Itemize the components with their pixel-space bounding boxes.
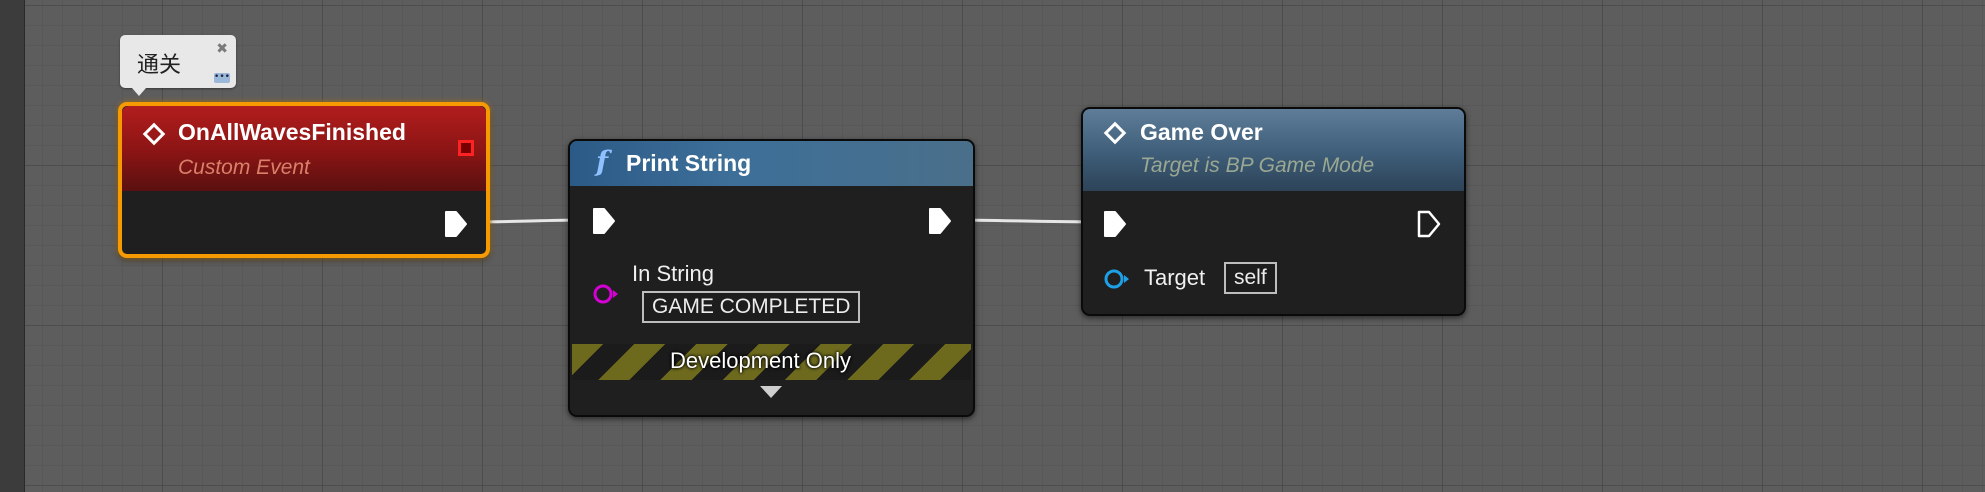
string-pin-icon[interactable] [592, 282, 622, 306]
exec-output-pin-icon[interactable] [1417, 210, 1441, 238]
game-over-title: Game Over [1140, 119, 1263, 145]
print-string-header[interactable]: f Print String [570, 141, 973, 186]
node-comment-bubble[interactable]: 通关 ✖ ••• [120, 35, 236, 96]
exec-output-pin-icon[interactable] [444, 210, 468, 238]
event-diamond-icon [1103, 121, 1127, 145]
print-string-title: Print String [626, 150, 752, 176]
target-value-field[interactable]: self [1224, 262, 1277, 294]
stop-icon[interactable] [458, 140, 474, 156]
event-diamond-icon [142, 122, 166, 146]
game-over-node[interactable]: Game Over Target is BP Game Mode Target … [1081, 107, 1466, 316]
expand-arrow-icon[interactable] [760, 386, 782, 398]
game-over-header[interactable]: Game Over Target is BP Game Mode [1083, 109, 1464, 191]
custom-event-header[interactable]: OnAllWavesFinished Custom Event [122, 106, 486, 191]
game-over-subtitle: Target is BP Game Mode [1140, 154, 1375, 177]
custom-event-subtitle: Custom Event [178, 156, 310, 179]
in-string-label: In String [632, 261, 714, 286]
print-string-node[interactable]: f Print String In String GAME COMPLETED … [568, 139, 975, 417]
graph-left-edge [0, 0, 25, 492]
custom-event-node[interactable]: OnAllWavesFinished Custom Event [118, 102, 490, 258]
comment-expand-icon[interactable]: ••• [214, 73, 230, 83]
exec-input-pin-icon[interactable] [1103, 210, 1127, 238]
pin-comment-icon[interactable]: ✖ [216, 41, 228, 57]
comment-text: 通关 [137, 53, 182, 78]
target-label: Target [1144, 265, 1206, 290]
object-pin-icon[interactable] [1103, 267, 1133, 291]
exec-output-pin-icon[interactable] [928, 207, 952, 235]
custom-event-title: OnAllWavesFinished [178, 119, 406, 145]
exec-input-pin-icon[interactable] [592, 207, 616, 235]
function-icon: f [596, 145, 609, 178]
development-only-label: Development Only [670, 348, 851, 373]
in-string-value-field[interactable]: GAME COMPLETED [642, 291, 861, 323]
